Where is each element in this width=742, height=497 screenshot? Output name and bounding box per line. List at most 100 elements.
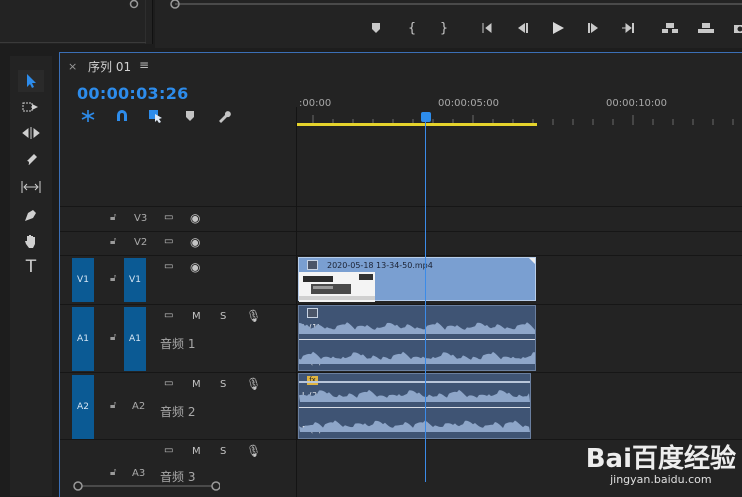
channel-divider (299, 407, 530, 408)
microphone-icon[interactable]: 🎙︎ (246, 377, 261, 391)
sync-lock-film-icon[interactable]: ▭ (164, 212, 173, 223)
playhead-line[interactable] (425, 120, 426, 482)
track-select-icon (22, 100, 40, 114)
add-marker-button[interactable] (365, 17, 387, 39)
eye-icon[interactable]: ◉ (190, 260, 200, 274)
lift-button[interactable] (659, 17, 681, 39)
microphone-icon[interactable]: 🎙︎ (246, 309, 261, 323)
lock-icon[interactable]: 🔓︎ (110, 467, 116, 478)
volume-line[interactable] (299, 381, 530, 383)
lock-icon[interactable]: 🔓︎ (110, 400, 116, 411)
hand-icon (23, 233, 39, 249)
program-monitor-controls: { } (155, 0, 742, 48)
track-target-v1[interactable]: V1 (124, 258, 146, 302)
mute-button[interactable]: M (192, 446, 201, 457)
waveform-left (299, 386, 530, 408)
fx-badge-icon (307, 260, 318, 270)
pen-icon (23, 207, 39, 223)
work-area-bar[interactable] (297, 123, 537, 126)
audio-clip-a2[interactable]: fx L (2) R (2) (298, 373, 531, 439)
track-header-v2: 🔓︎ V2 ▭ ◉ (60, 231, 296, 256)
sync-lock-film-icon[interactable]: ▭ (164, 236, 173, 247)
mark-in-button[interactable]: { (401, 17, 423, 39)
track-label-a1: 音频 1 (160, 335, 195, 352)
step-back-icon (515, 22, 529, 34)
sync-lock-film-icon[interactable]: ▭ (164, 261, 173, 272)
track-name-a3: A3 (132, 468, 145, 479)
track-label-a2: 音频 2 (160, 403, 195, 420)
camera-icon (733, 22, 742, 34)
go-to-in-icon (481, 22, 495, 34)
razor-tool[interactable] (18, 148, 44, 170)
eye-icon[interactable]: ◉ (190, 211, 200, 225)
lift-icon (661, 22, 679, 34)
lock-icon[interactable]: 🔓︎ (110, 236, 116, 247)
source-scrollbar[interactable] (0, 0, 146, 44)
linked-selection-icon (148, 109, 164, 123)
type-tool[interactable]: T (18, 256, 44, 278)
video-clip[interactable]: 2020-05-18 13-34-50.mp4 (298, 257, 536, 301)
razor-icon (23, 151, 39, 167)
clip-corner-marker (529, 258, 535, 264)
slip-tool[interactable] (18, 176, 44, 198)
microphone-icon[interactable]: 🎙︎ (246, 444, 261, 458)
sync-lock-film-icon[interactable]: ▭ (164, 445, 173, 456)
audio-clip-a1[interactable]: L (1) R (1) (298, 305, 536, 371)
selection-tool[interactable] (18, 70, 44, 92)
solo-button[interactable]: S (220, 311, 226, 322)
track-select-tool[interactable] (18, 96, 44, 118)
extract-button[interactable] (695, 17, 717, 39)
video-thumbnail (299, 272, 375, 302)
lock-icon[interactable]: 🔓︎ (110, 212, 116, 223)
time-ruler[interactable]: :00:00 00:00:05:00 00:00:10:00 (297, 81, 742, 129)
mark-out-button[interactable]: } (433, 17, 455, 39)
step-forward-button[interactable] (583, 17, 605, 39)
marker-icon (185, 110, 195, 122)
playhead-handle[interactable] (421, 112, 431, 122)
eye-icon[interactable]: ◉ (190, 235, 200, 249)
ripple-edit-icon (22, 126, 40, 140)
solo-button[interactable]: S (220, 379, 226, 390)
playhead-timecode[interactable]: 00:00:03:26 (77, 84, 189, 103)
step-forward-icon (587, 22, 601, 34)
export-frame-button[interactable] (729, 17, 742, 39)
track-target-a1[interactable]: A1 (124, 307, 146, 371)
program-scrollbar[interactable] (155, 0, 742, 10)
solo-button[interactable]: S (220, 446, 226, 457)
sync-lock-film-icon[interactable]: ▭ (164, 310, 173, 321)
marker-icon (371, 22, 381, 34)
pen-tool[interactable] (18, 204, 44, 226)
play-button[interactable] (547, 17, 569, 39)
video-clip-name: 2020-05-18 13-34-50.mp4 (327, 261, 433, 270)
lock-icon[interactable]: 🔓︎ (110, 273, 116, 284)
go-to-out-button[interactable] (617, 17, 639, 39)
timeline-settings-button[interactable] (214, 107, 234, 125)
go-to-in-button[interactable] (477, 17, 499, 39)
mute-button[interactable]: M (192, 379, 201, 390)
source-patch-a2[interactable]: A2 (72, 375, 94, 439)
close-tab-icon[interactable]: × (68, 60, 77, 73)
snap-button[interactable] (112, 107, 132, 125)
track-header-v3: 🔓︎ V3 ▭ ◉ (60, 206, 296, 232)
nest-icon (80, 109, 96, 123)
lock-icon[interactable]: 🔓︎ (110, 332, 116, 343)
nest-toggle-button[interactable] (78, 107, 98, 125)
channel-divider (299, 339, 535, 340)
source-panel (0, 0, 153, 44)
ripple-edit-tool[interactable] (18, 122, 44, 144)
panel-menu-icon[interactable]: ≡ (139, 58, 149, 72)
track-lane-v3[interactable] (297, 206, 742, 232)
sequence-tab[interactable]: 序列 01 (88, 58, 131, 75)
source-patch-v1[interactable]: V1 (72, 258, 94, 302)
track-lane-v2[interactable] (297, 231, 742, 256)
timeline-zoom-scrollbar[interactable] (70, 481, 220, 491)
source-patch-a1[interactable]: A1 (72, 307, 94, 371)
add-marker-timeline-button[interactable] (180, 107, 200, 125)
mute-button[interactable]: M (192, 311, 201, 322)
hand-tool[interactable] (18, 230, 44, 252)
mark-out-icon: } (440, 22, 448, 35)
sync-lock-film-icon[interactable]: ▭ (164, 378, 173, 389)
play-icon (551, 21, 565, 35)
linked-selection-button[interactable] (146, 107, 166, 125)
step-back-button[interactable] (511, 17, 533, 39)
